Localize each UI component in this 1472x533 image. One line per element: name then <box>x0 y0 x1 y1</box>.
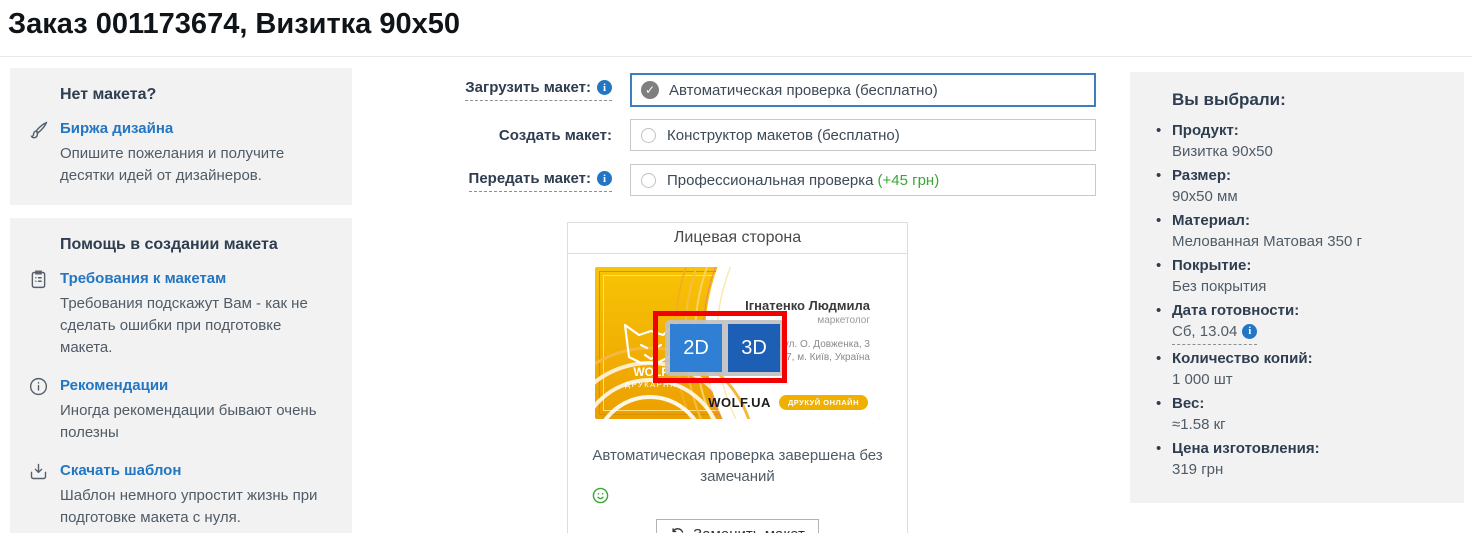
summary-item-size: Размер: 90x50 мм <box>1152 165 1444 207</box>
side-title: Лицевая сторона <box>568 223 907 254</box>
replace-layout-button[interactable]: Заменить макет <box>656 519 819 533</box>
card-footer: WOLF.UA ДРУКУЙ ОНЛАЙН <box>708 395 868 410</box>
summary-item-ready-date: Дата готовности: Сб, 13.04 <box>1152 300 1444 345</box>
download-template-desc: Шаблон немного упростит жизнь при подгот… <box>60 485 332 529</box>
check-icon <box>641 81 659 99</box>
summary-item-price: Цена изготовления: 319 грн <box>1152 438 1444 480</box>
auto-check-option[interactable]: Автоматическая проверка (бесплатно) <box>630 73 1096 107</box>
requirements-desc: Требования подскажут Вам - как не сделат… <box>60 293 332 359</box>
card-person-role: маркетолог <box>817 315 870 326</box>
brush-icon <box>28 118 60 187</box>
card-badge: ДРУКУЙ ОНЛАЙН <box>779 395 868 410</box>
create-layout-label: Создать макет: <box>499 127 612 144</box>
no-layout-heading: Нет макета? <box>28 86 332 104</box>
upload-layout-label: Загрузить макет: <box>465 79 612 101</box>
card-address-line1: вул. О. Довженка, 3 <box>779 339 870 350</box>
no-layout-panel: Нет макета? Биржа дизайна Опишите пожела… <box>10 68 352 205</box>
download-icon <box>28 460 60 529</box>
auto-check-option-label: Автоматическая проверка (бесплатно) <box>669 82 938 99</box>
help-heading: Помощь в создании макета <box>28 236 332 254</box>
card-brand: WOLF.UA <box>708 395 771 410</box>
design-exchange-item: Биржа дизайна Опишите пожелания и получи… <box>28 118 332 187</box>
download-template-item: Скачать шаблон Шаблон немного упростит ж… <box>28 460 332 529</box>
summary-item-weight: Вес: ≈1.58 кг <box>1152 393 1444 435</box>
summary-item-copies: Количество копий: 1 000 шт <box>1152 348 1444 390</box>
smiley-icon <box>592 487 609 504</box>
summary-item-material: Материал: Мелованная Матовая 350 г <box>1152 210 1444 252</box>
design-exchange-desc: Опишите пожелания и получите десятки иде… <box>60 143 332 187</box>
recommendations-desc: Иногда рекомендации бывают очень полезны <box>60 400 332 444</box>
download-template-link[interactable]: Скачать шаблон <box>60 460 181 482</box>
requirements-item: Требования к макетам Требования подскажу… <box>28 268 332 359</box>
pro-check-option[interactable]: Профессиональная проверка (+45 грн) <box>630 164 1096 196</box>
pro-check-price: (+45 грн) <box>878 172 940 189</box>
pro-check-option-label: Профессиональная проверка <box>667 172 874 189</box>
business-card-preview[interactable]: WOLF ДРУКАРНЯ Ігнатенко Людмила маркетол… <box>595 267 880 419</box>
title-divider <box>0 56 1472 57</box>
order-page: Заказ 001173674, Визитка 90x50 Нет макет… <box>0 0 1472 533</box>
design-exchange-link[interactable]: Биржа дизайна <box>60 118 173 140</box>
constructor-option-label: Конструктор макетов (бесплатно) <box>667 127 900 144</box>
refresh-icon <box>670 527 685 533</box>
info-icon[interactable] <box>597 171 612 186</box>
summary-item-coating: Покрытие: Без покрытия <box>1152 255 1444 297</box>
info-icon[interactable] <box>597 80 612 95</box>
constructor-option[interactable]: Конструктор макетов (бесплатно) <box>630 119 1096 151</box>
summary-item-product: Продукт: Визитка 90x50 <box>1152 120 1444 162</box>
order-summary-panel: Вы выбрали: Продукт: Визитка 90x50 Разме… <box>1130 72 1464 503</box>
page-title: Заказ 001173674, Визитка 90x50 <box>8 8 460 41</box>
help-panel: Помощь в создании макета Требования к ма… <box>10 218 352 533</box>
info-icon[interactable] <box>1242 324 1257 339</box>
layout-preview-panel: Лицевая сторона <box>567 222 908 533</box>
info-circle-icon <box>28 375 60 444</box>
recommendations-item: Рекомендации Иногда рекомендации бывают … <box>28 375 332 444</box>
check-status: Автоматическая проверка завершена без за… <box>588 445 888 504</box>
summary-heading: Вы выбрали: <box>1152 90 1444 110</box>
radio-icon <box>641 173 656 188</box>
annotation-highlight <box>653 311 787 383</box>
clipboard-icon <box>28 268 60 359</box>
recommendations-link[interactable]: Рекомендации <box>60 375 168 397</box>
radio-icon <box>641 128 656 143</box>
requirements-link[interactable]: Требования к макетам <box>60 268 226 290</box>
transfer-layout-label: Передать макет: <box>469 170 612 192</box>
